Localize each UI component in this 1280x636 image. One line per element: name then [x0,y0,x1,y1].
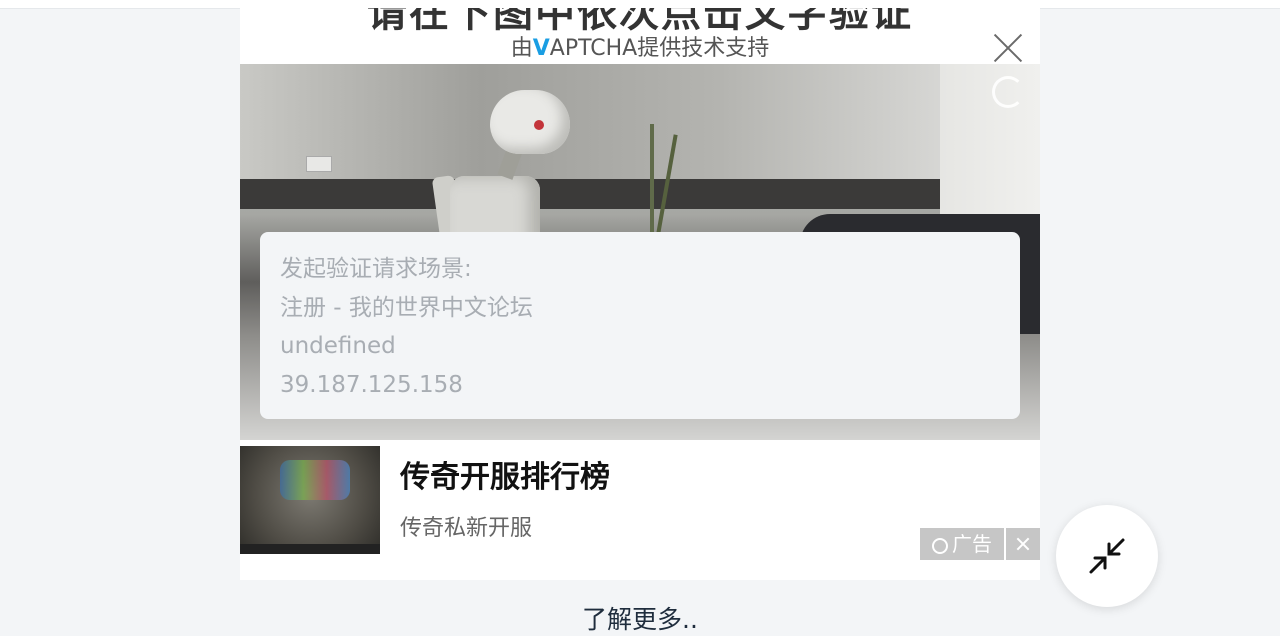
close-icon[interactable] [992,32,1024,64]
request-info-box: 发起验证请求场景: 注册 - 我的世界中文论坛 undefined 39.187… [260,232,1020,419]
brand-v: V [532,36,550,61]
image-counter [240,179,1040,209]
refresh-icon[interactable] [992,76,1024,108]
captcha-panel: 请在下图中依次点击文字验证 由VAPTCHA提供技术支持 发起验证请求场景: 注… [240,8,1040,580]
ad-badge[interactable]: 广告 [920,528,1004,560]
ad-banner[interactable]: 传奇开服排行榜 传奇私新开服 广告 [240,446,1040,560]
info-line-undefined: undefined [280,333,396,359]
ad-thumbnail-hud [240,544,380,554]
powered-suffix: 提供技术支持 [637,36,770,61]
learn-more-link[interactable]: 了解更多.. [0,600,1280,636]
image-switch [306,156,332,172]
image-robot-head [490,90,570,154]
info-line-ip: 39.187.125.158 [280,371,463,398]
ad-subtitle: 传奇私新开服 [400,516,533,541]
ad-thumbnail[interactable] [240,446,380,554]
ad-close-icon[interactable] [1006,528,1040,560]
info-line-scene: 注册 - 我的世界中文论坛 [280,294,533,321]
ad-thumbnail-figures [280,460,350,500]
image-wall [240,64,1040,179]
brand-name: APTCHA [549,36,638,61]
image-plant [650,124,654,244]
info-line-scene-label: 发起验证请求场景: [280,256,472,282]
image-robot-eye [534,120,544,130]
captcha-image[interactable]: 发起验证请求场景: 注册 - 我的世界中文论坛 undefined 39.187… [240,64,1040,440]
ad-title[interactable]: 传奇开服排行榜 [400,452,610,496]
collapse-icon [1089,538,1125,574]
powered-by-text: 由VAPTCHA提供技术支持 [240,30,1040,62]
collapse-button[interactable] [1056,505,1158,607]
ad-icon [932,538,948,554]
powered-prefix: 由 [510,36,533,61]
ad-badge-label: 广告 [952,532,992,556]
